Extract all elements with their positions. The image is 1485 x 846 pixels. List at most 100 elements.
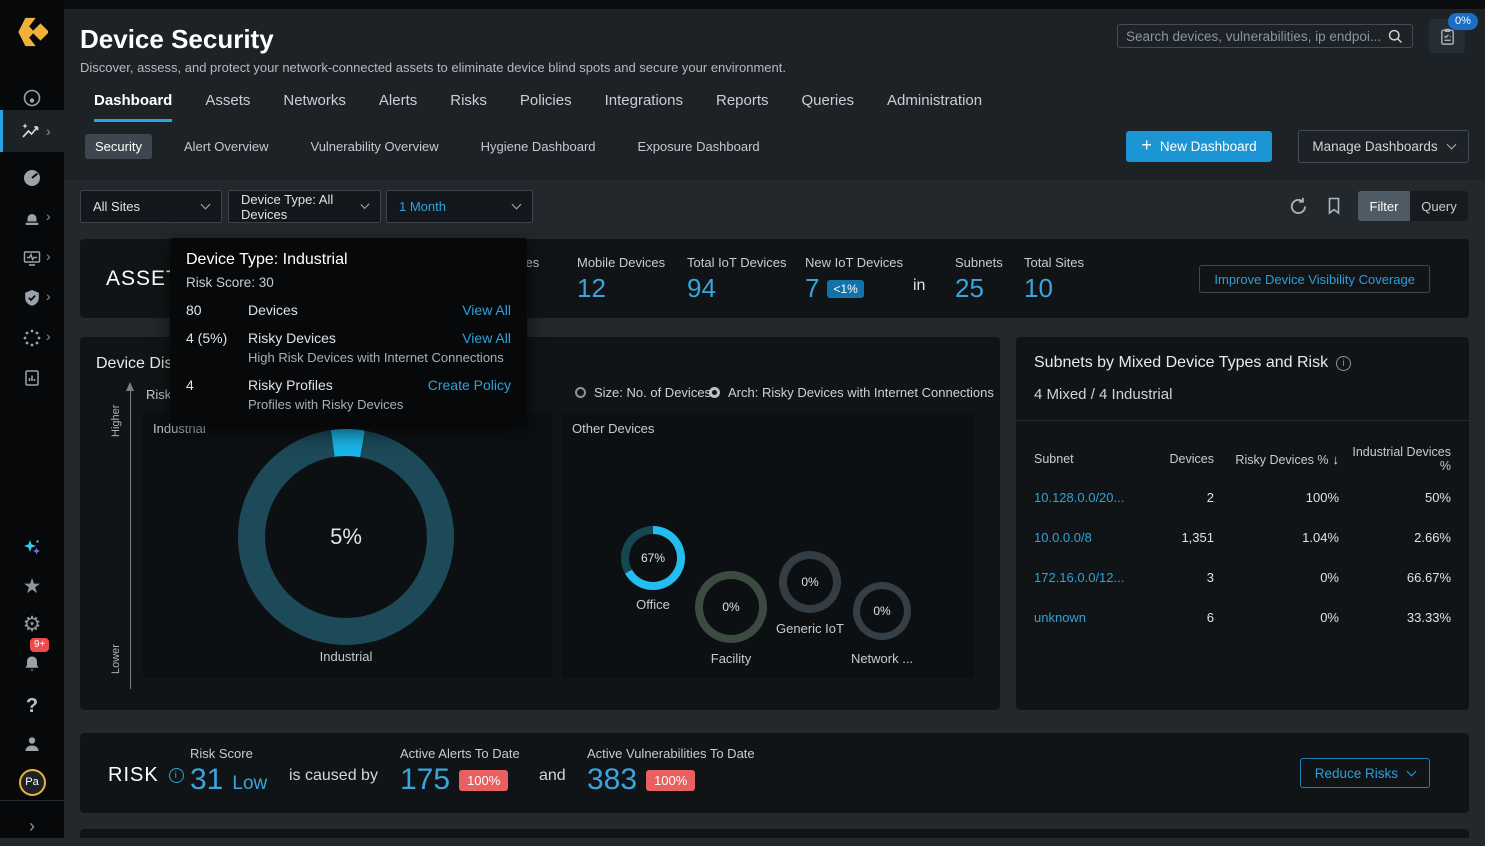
subnet-link[interactable]: 10.128.0.0/20... <box>1034 490 1152 505</box>
tab-assets[interactable]: Assets <box>205 92 250 122</box>
option-size[interactable]: Size: No. of Devices <box>575 385 711 400</box>
tooltip-label: Devices <box>248 302 456 318</box>
sidebar-item-alerts[interactable]: › <box>0 198 64 238</box>
stat-value[interactable]: 25 <box>955 273 1003 304</box>
sidebar-item-gauge[interactable] <box>0 158 64 198</box>
stat-label: New IoT Devices <box>805 255 903 270</box>
risk-score-value[interactable]: 31 <box>190 763 223 797</box>
option-arch[interactable]: Arch: Risky Devices with Internet Connec… <box>709 385 994 400</box>
sidebar-item-help[interactable]: ? <box>0 686 64 726</box>
active-alerts-value[interactable]: 175 <box>400 763 450 797</box>
reduce-risks-button[interactable]: Reduce Risks <box>1300 758 1430 788</box>
risk-score-label: Risk Score <box>190 746 267 761</box>
next-panel-edge <box>80 829 1469 838</box>
bubble-network-label: Network ... <box>838 651 926 666</box>
chevron-right-icon: › <box>46 249 51 263</box>
improve-visibility-button[interactable]: Improve Device Visibility Coverage <box>1199 265 1430 293</box>
bubble-generic-iot[interactable]: 0% <box>779 551 841 613</box>
bubble-value: 0% <box>703 579 759 635</box>
filter-toggle-button[interactable]: Filter <box>1358 191 1410 221</box>
tab-alerts[interactable]: Alerts <box>379 92 417 122</box>
subnet-link[interactable]: 10.0.0.0/8 <box>1034 530 1152 545</box>
active-vulnerabilities-group: Active Vulnerabilities To Date 383100% <box>587 746 755 797</box>
sidebar-item-favorites[interactable]: ★ <box>0 566 64 606</box>
subtab-security[interactable]: Security <box>85 134 152 159</box>
column-risky-devices[interactable]: Risky Devices %↓ <box>1214 452 1339 467</box>
tab-reports[interactable]: Reports <box>716 92 769 122</box>
chevron-down-icon <box>1446 140 1456 150</box>
bubble-office[interactable]: 67% <box>621 526 685 590</box>
stat-value[interactable]: 7<1% <box>805 273 903 304</box>
armis-logo[interactable] <box>0 14 64 50</box>
chevron-down-icon <box>201 200 211 210</box>
tab-integrations[interactable]: Integrations <box>605 92 683 122</box>
y-axis-arrow <box>126 382 134 391</box>
gear-icon: ⚙ <box>23 614 42 635</box>
stat-value[interactable]: 94 <box>687 273 786 304</box>
stat-value[interactable]: 10 <box>1024 273 1084 304</box>
subtab-hygiene-dashboard[interactable]: Hygiene Dashboard <box>471 134 606 159</box>
column-devices[interactable]: Devices <box>1152 452 1214 466</box>
device-type-tooltip: Device Type: Industrial Risk Score: 30 8… <box>170 238 527 426</box>
chevron-right-icon: › <box>46 329 51 343</box>
sidebar-item-ai-assistant[interactable] <box>0 528 64 568</box>
sidebar-item-traffic[interactable]: › <box>0 238 64 278</box>
risk-panel-title: RISK i <box>108 764 184 787</box>
tooltip-label: Risky Profiles <box>248 377 422 393</box>
device-type-dropdown[interactable]: Device Type: All Devices <box>228 190 381 223</box>
tab-administration[interactable]: Administration <box>887 92 982 122</box>
sidebar-item-notifications[interactable]: 9+ <box>0 644 64 684</box>
sidebar-item-dashboards-active[interactable]: › <box>0 110 64 152</box>
tab-risks[interactable]: Risks <box>450 92 487 122</box>
query-toggle-button[interactable]: Query <box>1410 191 1468 221</box>
sidebar-item-integrations[interactable]: › <box>0 318 64 358</box>
tab-queries[interactable]: Queries <box>802 92 855 122</box>
sidebar-item-reports[interactable] <box>0 358 64 398</box>
subnet-link[interactable]: 172.16.0.0/12... <box>1034 570 1152 585</box>
active-alerts-group: Active Alerts To Date 175100% <box>400 746 520 797</box>
stat-value[interactable]: 12 <box>577 273 665 304</box>
tab-dashboard[interactable]: Dashboard <box>94 92 172 122</box>
view-all-link[interactable]: View All <box>462 330 511 346</box>
avatar: Pa <box>19 769 46 796</box>
new-dashboard-button[interactable]: + New Dashboard <box>1126 131 1272 162</box>
dashboard-subtabs: Security Alert Overview Vulnerability Ov… <box>85 134 770 159</box>
tab-policies[interactable]: Policies <box>520 92 572 122</box>
subtab-vulnerability-overview[interactable]: Vulnerability Overview <box>301 134 449 159</box>
top-edge-strip <box>64 0 1485 9</box>
search-input[interactable] <box>1126 29 1387 44</box>
view-all-link[interactable]: View All <box>462 302 511 318</box>
radio-icon[interactable] <box>575 387 586 398</box>
radio-icon[interactable] <box>709 387 720 398</box>
active-vulnerabilities-value[interactable]: 383 <box>587 763 637 797</box>
chevron-right-icon: › <box>46 124 51 138</box>
time-range-dropdown[interactable]: 1 Month <box>386 190 533 223</box>
sites-dropdown[interactable]: All Sites <box>80 190 222 223</box>
subnet-link[interactable]: unknown <box>1034 610 1152 625</box>
bubble-network[interactable]: 0% <box>853 582 911 640</box>
donut-caption: Industrial <box>238 649 454 664</box>
industrial-donut-chart[interactable]: 5% <box>238 429 454 645</box>
sidebar-collapse-button[interactable]: › <box>0 806 64 846</box>
sidebar-avatar[interactable]: Pa <box>0 762 64 802</box>
bubble-facility[interactable]: 0% <box>695 571 767 643</box>
devices-cell: 6 <box>1152 610 1214 625</box>
manage-dashboards-button[interactable]: Manage Dashboards <box>1298 130 1469 163</box>
column-subnet[interactable]: Subnet <box>1034 452 1152 466</box>
tooltip-description: High Risk Devices with Internet Connecti… <box>248 350 511 365</box>
sidebar-item-user[interactable] <box>0 724 64 764</box>
subtab-exposure-dashboard[interactable]: Exposure Dashboard <box>628 134 770 159</box>
bookmark-button[interactable] <box>1324 195 1344 221</box>
create-policy-link[interactable]: Create Policy <box>428 377 511 393</box>
subtab-alert-overview[interactable]: Alert Overview <box>174 134 279 159</box>
info-icon[interactable]: i <box>1336 356 1351 371</box>
sidebar-item-policies[interactable]: › <box>0 278 64 318</box>
sidebar-divider <box>0 800 64 801</box>
column-industrial-devices[interactable]: Industrial Devices % <box>1339 445 1451 473</box>
search-icon[interactable] <box>1387 28 1404 45</box>
plus-icon: + <box>1141 135 1152 156</box>
table-row: 10.128.0.0/20... 2 100% 50% <box>1016 477 1469 517</box>
tab-networks[interactable]: Networks <box>283 92 346 122</box>
info-icon[interactable]: i <box>169 768 184 783</box>
refresh-button[interactable] <box>1288 196 1309 222</box>
